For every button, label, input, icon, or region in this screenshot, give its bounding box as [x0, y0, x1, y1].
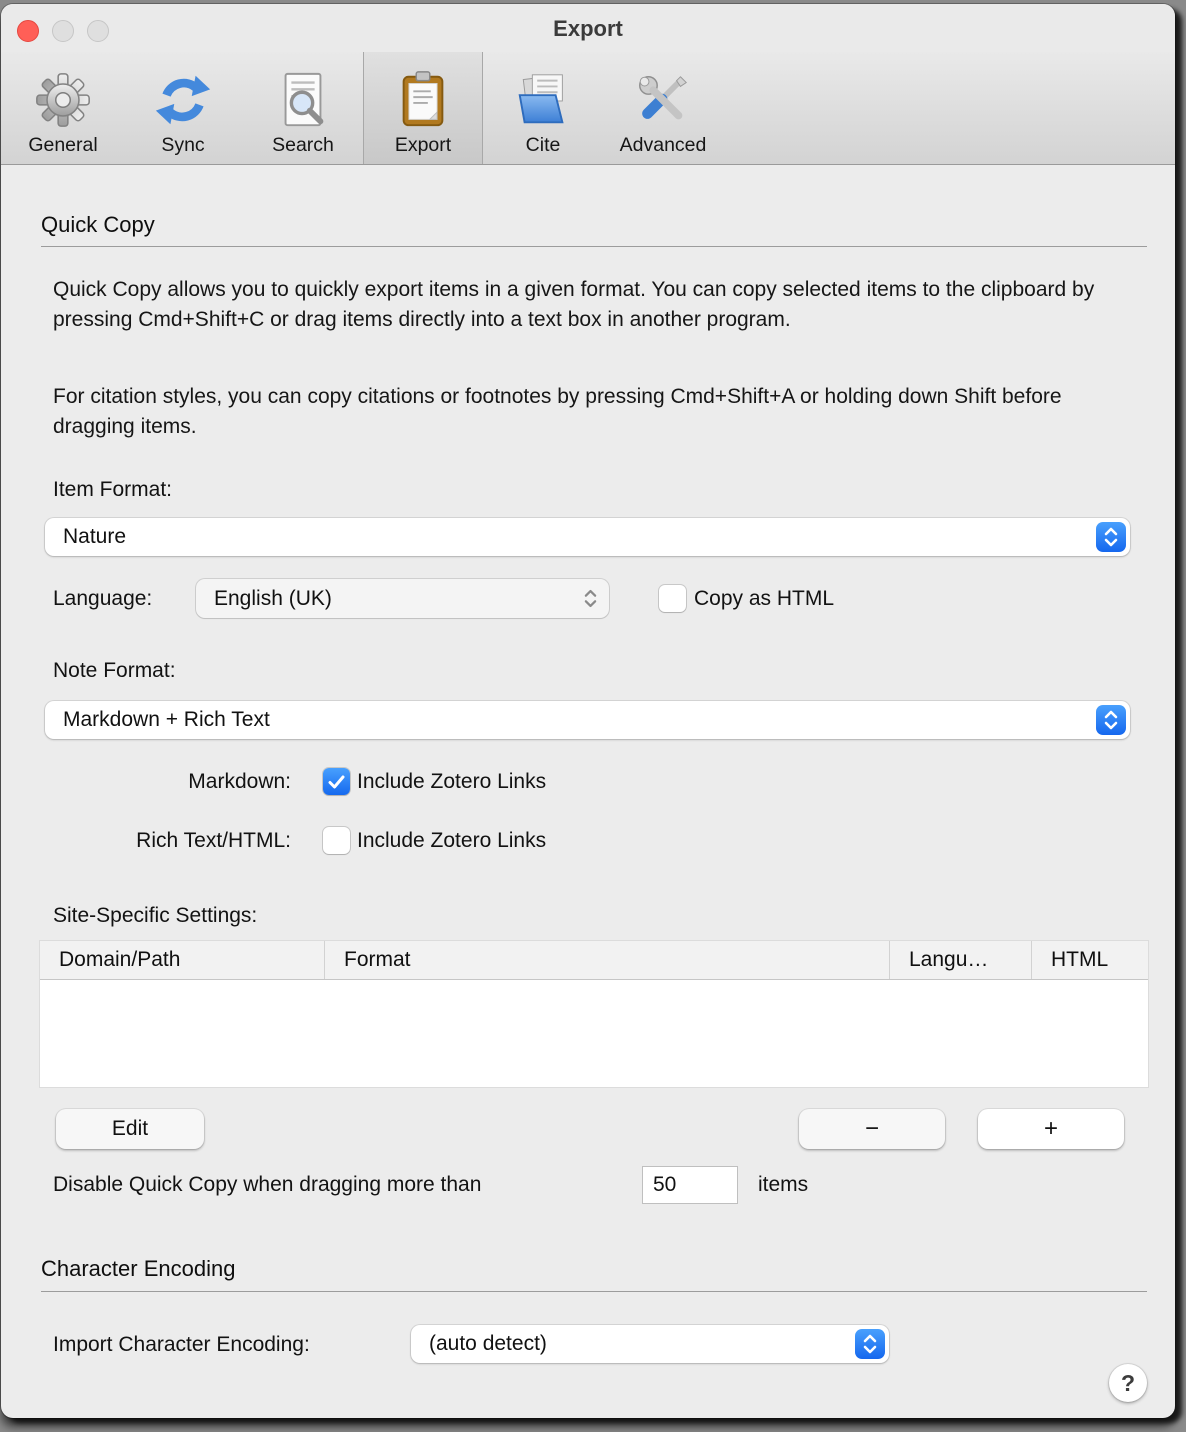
remove-row-button[interactable]: −	[799, 1109, 945, 1149]
quick-copy-description-2: For citation styles, you can copy citati…	[53, 382, 1123, 442]
note-format-label: Note Format:	[53, 659, 176, 683]
tab-search[interactable]: Search	[243, 52, 363, 164]
gear-icon	[32, 69, 94, 131]
window-title: Export	[1, 16, 1175, 42]
tab-export-label: Export	[395, 134, 451, 157]
tab-sync-label: Sync	[161, 134, 204, 157]
chevron-up-down-icon	[575, 583, 605, 614]
quick-copy-description-1: Quick Copy allows you to quickly export …	[53, 275, 1098, 335]
tab-advanced-label: Advanced	[620, 134, 707, 157]
folder-icon	[512, 69, 574, 131]
check-icon	[328, 775, 345, 789]
markdown-include-links-checkbox[interactable]	[323, 768, 350, 795]
column-header-language: Langu…	[890, 941, 1032, 979]
site-settings-table: Domain/Path Format Langu… HTML	[39, 940, 1149, 1088]
language-value: English (UK)	[214, 587, 332, 611]
title-bar: Export	[1, 4, 1175, 52]
note-format-select[interactable]: Markdown + Rich Text	[45, 701, 1130, 739]
markdown-label: Markdown:	[53, 770, 291, 794]
sync-arrows-icon	[152, 69, 214, 131]
quick-copy-heading: Quick Copy	[41, 212, 155, 238]
import-encoding-label: Import Character Encoding:	[53, 1333, 310, 1357]
tools-icon	[632, 69, 694, 131]
import-encoding-value: (auto detect)	[429, 1332, 547, 1356]
chevron-up-down-icon	[1096, 522, 1126, 552]
site-settings-table-body[interactable]	[40, 980, 1148, 1087]
tab-general-label: General	[28, 134, 97, 157]
column-header-domain: Domain/Path	[40, 941, 325, 979]
character-encoding-heading: Character Encoding	[41, 1256, 235, 1282]
chevron-up-down-icon	[1096, 705, 1126, 735]
search-doc-icon	[272, 69, 334, 131]
markdown-include-links-label: Include Zotero Links	[357, 770, 546, 794]
help-button[interactable]: ?	[1109, 1364, 1147, 1402]
note-format-value: Markdown + Rich Text	[63, 708, 270, 732]
tab-advanced[interactable]: Advanced	[603, 52, 723, 164]
screenshot-root: { "window": { "title": "Export" }, "tool…	[0, 0, 1186, 1432]
section-divider	[41, 246, 1147, 247]
richtext-label: Rich Text/HTML:	[53, 829, 291, 853]
column-header-format: Format	[325, 941, 890, 979]
section-divider	[41, 1291, 1147, 1292]
clipboard-icon	[392, 69, 454, 131]
richtext-include-links-checkbox[interactable]	[323, 827, 350, 854]
copy-as-html-label: Copy as HTML	[694, 587, 834, 611]
edit-button[interactable]: Edit	[56, 1109, 204, 1149]
site-settings-label: Site-Specific Settings:	[53, 904, 257, 928]
item-format-label: Item Format:	[53, 478, 172, 502]
import-encoding-select[interactable]: (auto detect)	[411, 1325, 889, 1363]
tab-cite[interactable]: Cite	[483, 52, 603, 164]
preferences-window: Export General	[1, 4, 1175, 1418]
copy-as-html-checkbox[interactable]	[659, 585, 686, 612]
item-format-value: Nature	[63, 525, 126, 549]
preferences-toolbar: General Sync Search	[1, 52, 1175, 165]
tab-cite-label: Cite	[526, 134, 561, 157]
tab-search-label: Search	[272, 134, 334, 157]
language-label: Language:	[53, 587, 152, 611]
language-select[interactable]: English (UK)	[196, 579, 609, 618]
items-label: items	[758, 1173, 808, 1197]
tab-export[interactable]: Export	[363, 52, 483, 164]
column-header-html: HTML	[1032, 941, 1148, 979]
richtext-include-links-label: Include Zotero Links	[357, 829, 546, 853]
tab-general[interactable]: General	[3, 52, 123, 164]
drag-threshold-input[interactable]	[642, 1166, 738, 1204]
add-row-button[interactable]: +	[978, 1109, 1124, 1149]
chevron-up-down-icon	[855, 1329, 885, 1359]
disable-quick-copy-label: Disable Quick Copy when dragging more th…	[53, 1173, 481, 1197]
site-settings-table-header: Domain/Path Format Langu… HTML	[40, 941, 1148, 980]
item-format-select[interactable]: Nature	[45, 518, 1130, 556]
tab-sync[interactable]: Sync	[123, 52, 243, 164]
